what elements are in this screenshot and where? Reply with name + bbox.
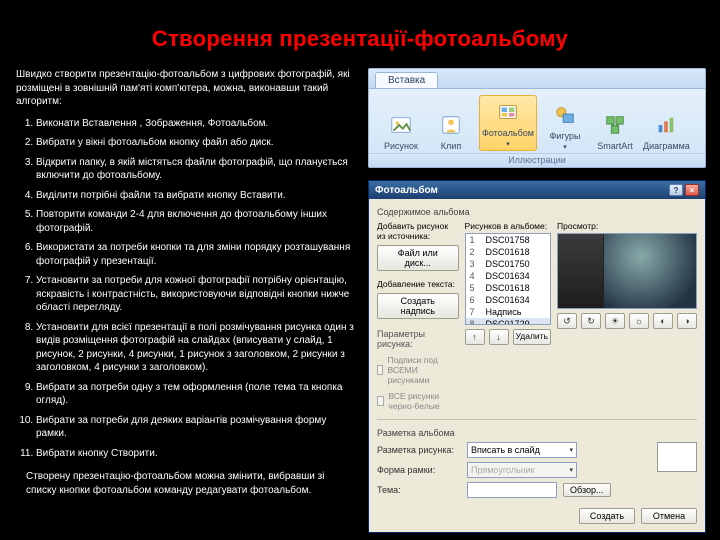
ribbon-screenshot: Вставка Рисунок Клип [368,68,706,168]
picture-icon [387,111,415,139]
ribbon-item-photoalbum[interactable]: Фотоальбом ▾ [479,95,537,151]
pictures-in-album-label: Рисунков в альбоме: [465,221,551,231]
pictures-listbox[interactable]: 1DSC01758 2DSC01618 3DSC01750 4DSC01634 … [465,233,551,325]
black-white-checkbox[interactable] [377,396,384,406]
album-content-label: Содержимое альбома [377,207,697,217]
dialog-title-text: Фотоальбом [375,185,438,196]
insert-from-label: Добавить рисунок из источника: [377,221,459,241]
contrast-down-button[interactable]: ◑ [677,313,697,329]
create-caption-button[interactable]: Создать надпись [377,293,459,319]
outro-paragraph: Створену презентацію-фотоальбом можна зм… [16,470,362,497]
layout-combo[interactable]: Вписать в слайд▾ [467,442,577,458]
ribbon-group-label: Иллюстрации [369,153,705,167]
preview-label: Просмотр: [557,221,697,231]
ribbon-item-shapes[interactable]: Фигуры ▾ [543,101,587,151]
step-item: Повторити команди 2-4 для включення до ф… [36,208,362,235]
browse-theme-button[interactable]: Обзор... [563,483,611,497]
layout-preview-thumb [657,442,697,472]
slide-title: Створення презентації-фотоальбому [0,0,720,68]
intro-paragraph: Швидко створити презентацію-фотоальбом з… [16,68,362,109]
frame-field-label: Форма рамки: [377,465,461,475]
ribbon-item-picture[interactable]: Рисунок [379,111,423,151]
text-column: Швидко створити презентацію-фотоальбом з… [0,68,368,538]
dialog-titlebar: Фотоальбом ? × [369,181,705,199]
captions-all-label: Подписи под ВСЕМИ рисунками [387,355,458,385]
create-button[interactable]: Создать [579,508,635,524]
black-white-label: ВСЕ рисунки черно-белые [388,391,458,411]
cancel-button[interactable]: Отмена [641,508,697,524]
ribbon-tab-insert[interactable]: Вставка [375,72,438,88]
step-item: Установити для всієї презентації в полі … [36,321,362,375]
close-icon[interactable]: × [685,184,699,196]
photoalbum-icon [494,98,522,126]
rotate-left-button[interactable]: ↺ [557,313,577,329]
step-item: Використати за потреби кнопки та для змі… [36,241,362,268]
step-item: Вибрати у вікні фотоальбом кнопку файл а… [36,136,362,150]
smartart-icon [601,111,629,139]
move-down-button[interactable]: ↓ [489,329,509,345]
brightness-down-button[interactable]: ☼ [629,313,649,329]
help-icon[interactable]: ? [669,184,683,196]
brightness-up-button[interactable]: ☀ [605,313,625,329]
ribbon-item-clip[interactable]: Клип [429,111,473,151]
preview-pane [557,233,697,309]
steps-list: Виконати Вставлення , Зображення, Фотоал… [16,117,362,461]
album-layout-label: Разметка альбома [377,428,697,438]
file-or-disk-button[interactable]: Файл или диск... [377,245,459,271]
shapes-icon [551,101,579,129]
step-item: Вибрати кнопку Створити. [36,447,362,461]
ribbon-item-chart[interactable]: Диаграмма [643,111,690,151]
step-item: Відкрити папку, в якій містяться файли ф… [36,156,362,183]
chevron-down-icon: ▾ [563,143,567,151]
contrast-up-button[interactable]: ◐ [653,313,673,329]
picture-params-label: Параметры рисунка: [377,329,459,349]
ribbon-item-smartart[interactable]: SmartArt [593,111,637,151]
layout-field-label: Разметка рисунка: [377,445,461,455]
chart-icon [652,111,680,139]
remove-button[interactable]: Удалить [513,329,551,345]
captions-all-checkbox[interactable] [377,365,383,375]
step-item: Виділити потрібні файли та вибрати кнопк… [36,189,362,203]
theme-input[interactable] [467,482,557,498]
photoalbum-dialog: Фотоальбом ? × Содержимое альбома Добави… [368,180,706,533]
add-text-label: Добавление текста: [377,279,459,289]
chevron-down-icon: ▾ [506,140,510,148]
step-item: Вибрати за потреби одну з тем оформлення… [36,381,362,408]
rotate-right-button[interactable]: ↻ [581,313,601,329]
clip-icon [437,111,465,139]
move-up-button[interactable]: ↑ [465,329,485,345]
theme-field-label: Тема: [377,485,461,495]
step-item: Установити за потреби для кожної фотогра… [36,274,362,315]
step-item: Виконати Вставлення , Зображення, Фотоал… [36,117,362,131]
image-column: Вставка Рисунок Клип [368,68,720,538]
frame-combo[interactable]: Прямоугольник▾ [467,462,577,478]
step-item: Вибрати за потреби для деяких варіантів … [36,414,362,441]
